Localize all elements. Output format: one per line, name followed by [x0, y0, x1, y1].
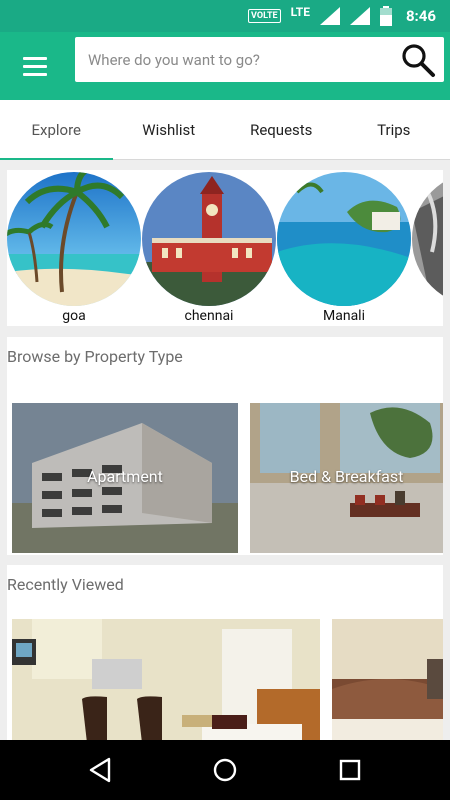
status-bar: VOLTE LTE 8:46 — [0, 0, 450, 32]
city-label: goa — [62, 308, 86, 324]
battery-icon — [379, 6, 392, 26]
city-image — [142, 172, 276, 306]
recents-icon[interactable] — [335, 755, 365, 785]
tab-explore[interactable]: Explore — [0, 100, 113, 160]
city-image — [7, 172, 141, 306]
tab-requests[interactable]: Requests — [225, 100, 338, 159]
city-item-goa[interactable]: goa — [7, 170, 143, 326]
city-label: Manali — [323, 308, 365, 324]
signal-icon — [349, 7, 370, 25]
app-bar — [0, 32, 450, 100]
recently-viewed-section: Recently Viewed — [7, 565, 443, 740]
recent-item[interactable] — [12, 619, 320, 740]
clock: 8:46 — [405, 7, 436, 25]
property-type-label: Bed & Breakfast — [289, 467, 404, 486]
recent-item-image — [12, 619, 320, 740]
property-type-apartment[interactable]: Apartment — [12, 403, 238, 553]
property-type-label: Apartment — [87, 467, 163, 486]
volte-indicator: VOLTE — [248, 9, 281, 23]
menu-icon-line — [23, 72, 47, 76]
city-carousel[interactable]: goa chennai Manali — [7, 170, 443, 326]
property-type-bed-breakfast[interactable]: Bed & Breakfast — [250, 403, 443, 553]
property-type-section: Browse by Property Type Apartment Bed & … — [7, 337, 443, 555]
search-icon[interactable] — [400, 42, 436, 78]
city-image — [412, 172, 443, 306]
tab-trips[interactable]: Trips — [338, 100, 450, 159]
city-image — [277, 172, 411, 306]
search-input[interactable] — [75, 37, 395, 82]
section-title: Recently Viewed — [7, 575, 124, 594]
city-item-chennai[interactable]: chennai — [142, 170, 278, 326]
recent-item[interactable] — [332, 619, 443, 740]
city-item-partial[interactable] — [412, 170, 443, 326]
menu-icon-line — [23, 56, 47, 60]
city-label: chennai — [184, 308, 234, 324]
lte-indicator: LTE — [290, 5, 310, 19]
signal-icon — [319, 7, 340, 25]
menu-button[interactable] — [14, 50, 56, 82]
search-box — [75, 37, 444, 82]
tab-wishlist[interactable]: Wishlist — [113, 100, 226, 159]
navigation-bar — [0, 740, 450, 800]
back-icon[interactable] — [85, 755, 115, 785]
menu-icon-line — [23, 64, 47, 68]
recent-item-image — [332, 619, 443, 740]
tab-bar: Explore Wishlist Requests Trips — [0, 100, 450, 160]
city-item-manali[interactable]: Manali — [277, 170, 413, 326]
section-title: Browse by Property Type — [7, 347, 183, 366]
home-icon[interactable] — [210, 755, 240, 785]
